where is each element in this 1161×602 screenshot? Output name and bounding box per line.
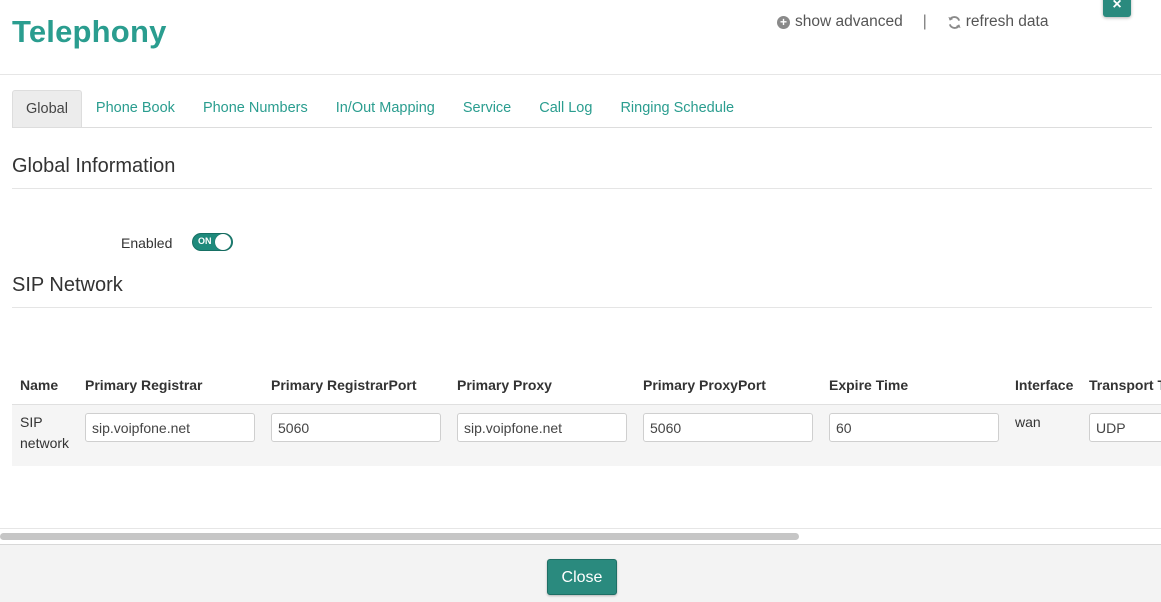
column-header-interface: Interface: [1015, 377, 1074, 393]
row-name-line1: SIP: [20, 414, 43, 430]
primary-proxy-input[interactable]: [457, 413, 627, 442]
page-title: Telephony: [12, 14, 167, 49]
primary-registrar-port-input[interactable]: [271, 413, 441, 442]
tab-in-out-mapping[interactable]: In/Out Mapping: [322, 90, 449, 127]
close-icon[interactable]: ×: [1103, 0, 1131, 17]
column-header-primary-proxy: Primary Proxy: [457, 377, 552, 393]
section-divider: [12, 188, 1152, 189]
sip-network-title: SIP Network: [12, 274, 123, 296]
show-advanced-label: show advanced: [795, 13, 903, 30]
tab-phone-numbers[interactable]: Phone Numbers: [189, 90, 322, 127]
expire-time-input[interactable]: [829, 413, 999, 442]
primary-registrar-input[interactable]: [85, 413, 255, 442]
transport-type-input[interactable]: [1089, 413, 1161, 442]
column-header-primary-registrar: Primary Registrar: [85, 377, 203, 393]
table-row: SIP network wan: [12, 404, 1161, 466]
dialog-footer: Close: [0, 544, 1161, 602]
row-name-line2: network: [20, 435, 70, 451]
enabled-label: Enabled: [121, 235, 173, 251]
content-divider: [0, 528, 1161, 529]
show-advanced-link[interactable]: + show advanced: [777, 13, 903, 31]
tab-phone-book[interactable]: Phone Book: [82, 90, 189, 127]
section-divider: [12, 307, 1152, 308]
tab-bar: Global Phone Book Phone Numbers In/Out M…: [12, 90, 1152, 128]
interface-value: wan: [1015, 414, 1041, 430]
column-header-name: Name: [20, 377, 59, 393]
column-header-primary-registrar-port: Primary RegistrarPort: [271, 377, 417, 393]
close-button[interactable]: Close: [547, 559, 617, 595]
refresh-data-link[interactable]: refresh data: [947, 13, 1049, 31]
telephony-dialog: Telephony + show advanced | refresh data…: [0, 0, 1161, 602]
header-actions: + show advanced | refresh data: [777, 13, 1048, 31]
horizontal-scrollbar[interactable]: [0, 533, 799, 540]
header-separator: |: [922, 13, 927, 30]
tab-ringing-schedule[interactable]: Ringing Schedule: [606, 90, 748, 127]
primary-proxy-port-input[interactable]: [643, 413, 813, 442]
global-information-title: Global Information: [12, 155, 176, 177]
tab-global[interactable]: Global: [12, 90, 82, 127]
column-header-expire-time: Expire Time: [829, 377, 909, 393]
tab-service[interactable]: Service: [449, 90, 525, 127]
toggle-knob: [215, 234, 231, 250]
header-divider: [0, 74, 1161, 75]
tab-call-log[interactable]: Call Log: [525, 90, 606, 127]
enabled-toggle[interactable]: ON: [192, 233, 233, 251]
column-header-primary-proxy-port: Primary ProxyPort: [643, 377, 766, 393]
plus-circle-icon: +: [777, 15, 790, 29]
column-header-transport: Transport T: [1089, 377, 1161, 393]
refresh-icon: [948, 15, 961, 29]
refresh-data-label: refresh data: [965, 13, 1049, 30]
toggle-state-text: ON: [198, 236, 212, 246]
